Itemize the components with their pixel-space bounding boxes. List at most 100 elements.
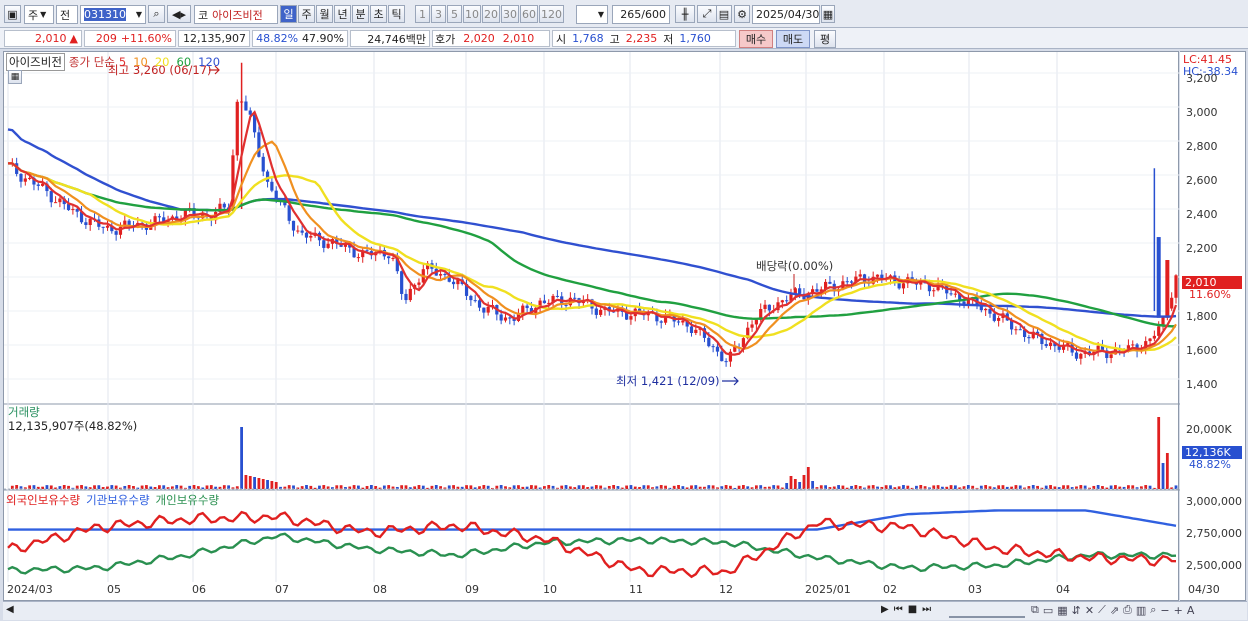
save-icon[interactable]: ▤ [716,5,732,23]
line-tool-icon[interactable]: ⟋ [1098,603,1106,617]
code-input[interactable]: 031310 ▼ [80,5,146,24]
text-tool-icon[interactable]: A [1187,604,1195,617]
count-1[interactable]: 1 [415,5,430,23]
gear-icon[interactable]: ⚙ [734,5,750,23]
low-value: 1,760 [679,32,711,45]
count-60[interactable]: 60 [520,5,538,23]
low-note: 최저 1,421 (12/09) [616,374,720,388]
chart-menu-icon[interactable]: ▣ [4,5,21,23]
candle-body [720,351,724,362]
playback-controls: ▶ ⏮ ■ ⏭ [881,604,931,615]
volume-bar [534,485,538,489]
calendar-icon[interactable]: ▦ [821,5,835,23]
window-icon[interactable]: ▭ [1043,604,1053,617]
candle-body [901,283,906,289]
zoom-icon[interactable]: ⌕ [1150,603,1156,617]
ma-legend-label: 종가 단순 [68,55,115,69]
volume-bar [287,485,291,489]
zoom-in-icon[interactable]: + [1174,604,1183,617]
trend-icon[interactable]: ⇗ [1110,604,1119,617]
candle-body [694,329,698,333]
holder-y-tick: 3,000,000 [1186,495,1242,508]
tab-4[interactable]: 분 [352,5,369,23]
play-icon[interactable]: ▶ [881,604,889,615]
tab-2[interactable]: 월 [316,5,333,23]
table-icon[interactable]: ▦ [8,70,22,84]
chart-area[interactable]: 최고 3,260 (06/17) 최저 1,421 (12/09) 배당락(0.00… [3,51,1180,602]
count-30[interactable]: 30 [501,5,519,23]
zoom-out-icon[interactable]: − [1160,604,1169,617]
volume-bar [517,485,520,489]
tab-3[interactable]: 년 [334,5,351,23]
candle-body [365,250,369,252]
search-icon[interactable]: ⌕ [148,5,165,23]
count-3[interactable]: 3 [431,5,446,23]
price-legend: 아이즈비전 종가 단순 5 10 20 60 120 [6,53,220,71]
volume-bar [642,485,646,489]
chart-canvas[interactable]: 최고 3,260 (06/17)최저 1,421 (12/09)배당락(0.00… [4,52,1180,602]
all-button[interactable]: 전 [56,5,78,24]
candle-body [101,226,105,228]
count-120[interactable]: 120 [539,5,564,23]
stock-name: 코 아이즈비전 [194,5,278,24]
stock-name-label: 아이즈비전 [212,8,263,22]
candle-body [949,293,953,295]
candle-body [862,274,867,282]
candle-type-icon[interactable]: ╫ [675,5,695,23]
buy-button[interactable]: 매수 [739,30,773,48]
fast-forward-icon[interactable]: ⏭ [922,604,931,615]
volume-bar [953,485,957,489]
volume-bar [1096,485,1100,489]
chart-scrollbar[interactable]: ◀ ▶ ⏮ ■ ⏭ ⧉ ▭ ▦ ⇵ ✕ ⟋ ⇗ ⎙ ▥ ⌕ − + A [3,601,1247,620]
code-value: 031310 [84,8,126,21]
tab-6[interactable]: 틱 [388,5,405,23]
tab-1[interactable]: 주 [298,5,315,23]
high-value: 2,235 [625,32,658,45]
grid-icon[interactable]: ▦ [1057,604,1067,617]
candle-body [1170,297,1174,309]
draw-tool-icon[interactable]: ⤢ [697,5,717,23]
layout-icon[interactable]: ▥ [1136,604,1146,617]
volume-bar [625,485,629,489]
eval-button[interactable]: 평 [814,30,836,48]
volume-bar [322,485,326,489]
candle-body [1074,352,1079,359]
volume-bar [646,485,650,489]
speed-slider[interactable] [949,604,1025,618]
copy-icon[interactable]: ⧉ [1031,603,1039,617]
ma20-line [7,162,1177,352]
candle-body [724,361,728,363]
chevron-down-icon: ▼ [40,10,47,19]
volume-bar [179,485,183,489]
tab-0[interactable]: 일 [280,5,297,23]
volume-bar [949,485,953,489]
count-20[interactable]: 20 [482,5,500,23]
volume-bar [62,485,66,489]
count-field[interactable]: 265/600 [612,5,670,24]
volume-bar [1083,485,1087,489]
count-10[interactable]: 10 [463,5,481,23]
count-dropdown[interactable]: ▼ [576,5,608,24]
scroll-left-icon[interactable]: ◀ [6,604,14,615]
candle-body [400,271,404,294]
stock-name-tag[interactable]: 아이즈비전 [6,53,65,71]
stop-icon[interactable]: ■ [908,604,917,615]
candle-body [767,304,771,311]
market-select[interactable]: 주 ▼ [24,5,54,24]
rewind-icon[interactable]: ⏮ [894,604,903,615]
print-icon[interactable]: ⎙ [1123,603,1132,617]
volume-bar [902,485,905,489]
crosshair-icon[interactable]: ✕ [1085,604,1094,617]
volume-bar [936,485,940,489]
volume-bar [1109,485,1113,489]
volume-bar [629,485,633,489]
prev-next-icon[interactable]: ◀▸ [167,5,191,23]
count-5[interactable]: 5 [447,5,462,23]
compare-icon[interactable]: ⇵ [1072,604,1081,617]
tab-5[interactable]: 초 [370,5,387,23]
sell-button[interactable]: 매도 [776,30,810,48]
volume-bar [387,485,391,489]
candle-body [1131,344,1135,346]
date-field[interactable]: 2025/04/30 [752,5,820,24]
quote-bar: 2,010 ▲ 209 +11.60% 12,135,907 48.82% 47.90… [0,28,1248,49]
